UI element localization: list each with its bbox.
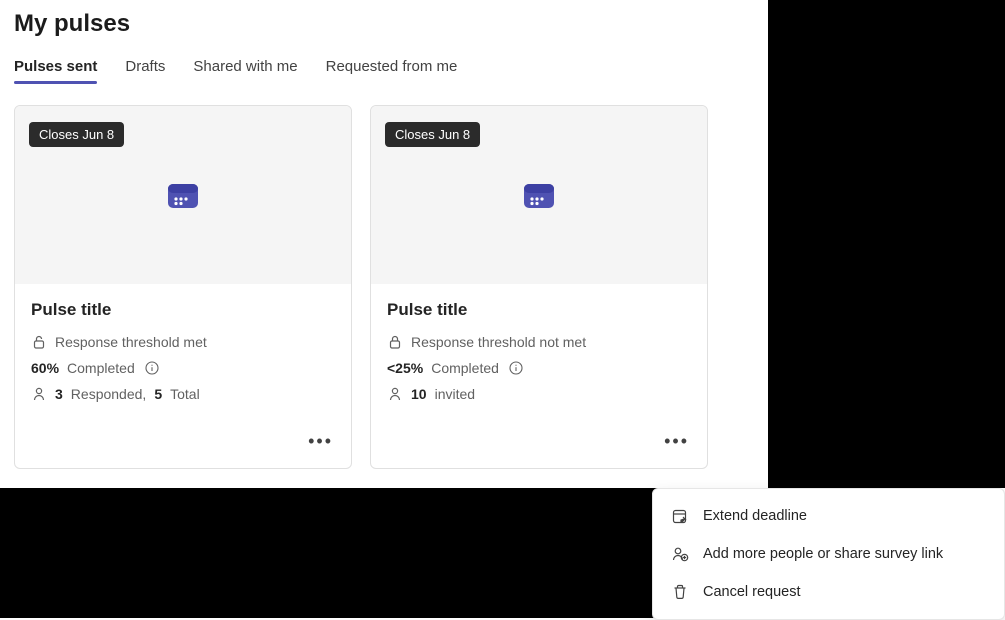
menu-item-extend-deadline[interactable]: Extend deadline [653,497,1004,535]
total-label: Total [170,386,200,402]
pulse-title: Pulse title [31,300,335,320]
closes-badge: Closes Jun 8 [385,122,480,147]
context-menu: Extend deadline Add more people or share… [652,488,1005,620]
people-add-icon [671,545,689,563]
person-icon [387,386,403,402]
responded-count: 3 [55,386,63,402]
completed-row: 60% Completed [31,360,335,376]
pulse-icon [166,180,200,210]
lock-closed-icon [387,334,403,350]
page-title: My pulses [14,10,754,38]
menu-item-label: Extend deadline [703,508,807,524]
tab-pulses-sent[interactable]: Pulses sent [14,58,97,83]
completed-pct: 60% [31,360,59,376]
threshold-label: Response threshold not met [411,334,586,350]
pulse-card[interactable]: Closes Jun 8 Pulse title [14,105,352,469]
invited-label: invited [435,386,475,402]
tab-drafts[interactable]: Drafts [125,58,165,83]
more-button[interactable]: ••• [304,428,337,454]
cards-row: Closes Jun 8 Pulse title [14,105,754,469]
threshold-row: Response threshold not met [387,334,691,350]
card-body: Pulse title Response threshold met 60% C… [15,284,351,422]
card-body: Pulse title Response threshold not met <… [371,284,707,422]
person-icon [31,386,47,402]
app-container: My pulses Pulses sent Drafts Shared with… [0,0,768,479]
info-icon [509,361,523,375]
menu-item-label: Add more people or share survey link [703,546,943,562]
menu-item-add-people[interactable]: Add more people or share survey link [653,535,1004,573]
card-hero: Closes Jun 8 [371,106,707,284]
pulse-card[interactable]: Closes Jun 8 Pulse title [370,105,708,469]
total-count: 5 [154,386,162,402]
menu-item-label: Cancel request [703,584,801,600]
card-footer: ••• [371,422,707,468]
tabs: Pulses sent Drafts Shared with me Reques… [14,58,754,83]
info-icon [145,361,159,375]
pulse-icon [522,180,556,210]
pulse-title: Pulse title [387,300,691,320]
card-hero: Closes Jun 8 [15,106,351,284]
people-row: 10 invited [387,386,691,402]
closes-badge: Closes Jun 8 [29,122,124,147]
completed-label: Completed [431,360,499,376]
threshold-label: Response threshold met [55,334,207,350]
lock-open-icon [31,334,47,350]
responded-label: Responded, [71,386,147,402]
menu-item-cancel-request[interactable]: Cancel request [653,573,1004,611]
tab-shared-with-me[interactable]: Shared with me [193,58,297,83]
people-row: 3 Responded, 5 Total [31,386,335,402]
completed-pct: <25% [387,360,423,376]
more-button[interactable]: ••• [660,428,693,454]
trash-icon [671,583,689,601]
background-panel-right [768,0,1005,488]
completed-row: <25% Completed [387,360,691,376]
invited-count: 10 [411,386,427,402]
calendar-edit-icon [671,507,689,525]
completed-label: Completed [67,360,135,376]
tab-requested-from-me[interactable]: Requested from me [326,58,458,83]
card-footer: ••• [15,422,351,468]
threshold-row: Response threshold met [31,334,335,350]
